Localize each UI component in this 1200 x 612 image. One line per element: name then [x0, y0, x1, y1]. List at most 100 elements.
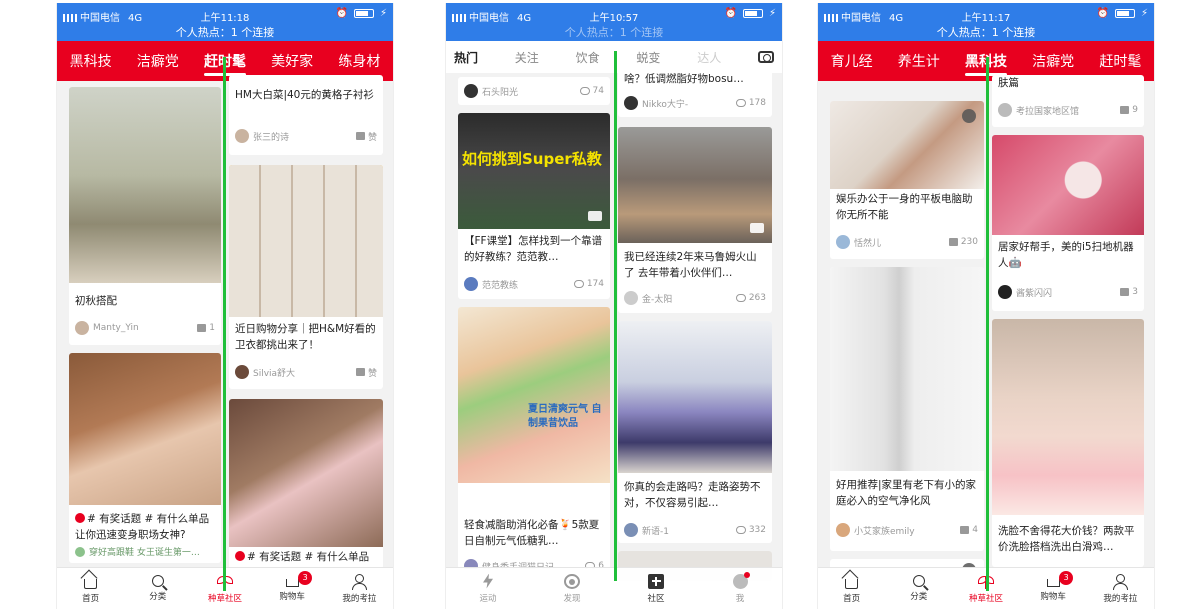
feed-card[interactable]: 初秋搭配 Manty_Yin 1: [69, 87, 221, 345]
author-name: 金-太阳: [642, 294, 673, 305]
feed-card[interactable]: # 有奖话题 # 有什么单品让你迅速变身职场女神? 穿好高跟鞋 女王诞生第一…: [69, 353, 221, 563]
nav-community[interactable]: 社区: [626, 573, 686, 604]
author-name: Nikko大宁-: [642, 99, 689, 110]
phone-screen-kaola-tech: 中国电信4G 上午11:17 ⏰⚡ 个人热点：1 个连接 育儿经 养生计 黑科技…: [817, 3, 1155, 609]
search-icon: [912, 575, 925, 587]
feed-card[interactable]: 洗脸不舍得花大价钱？两款平价洗脸搭档洗出白滑鸡…: [992, 319, 1144, 567]
hotspot-banner[interactable]: 个人热点：1 个连接: [57, 24, 393, 40]
nav-discover[interactable]: 发现: [542, 573, 602, 604]
feed-card[interactable]: 夏日清爽元气 自制果昔饮品 轻食减脂助消化必备🍹5款夏日自制元气低糖乳… 健身委…: [458, 307, 610, 569]
nav-my-kaola[interactable]: 我的考拉: [1090, 573, 1150, 604]
like-icon: [948, 238, 958, 246]
feed-card[interactable]: 啥？低调燃脂好物bosu… Nikko大宁- 178: [618, 69, 772, 117]
hoodie-collage-photo: [229, 165, 383, 317]
avatar: [836, 523, 850, 537]
cart-icon: [285, 579, 299, 587]
comment-icon: [579, 87, 590, 95]
card-caption: 啥？低调燃脂好物bosu…: [624, 73, 744, 85]
notification-dot: [744, 571, 750, 578]
face-wash-photo: [992, 319, 1144, 515]
nav-my-kaola[interactable]: 我的考拉: [329, 573, 389, 604]
alarm-icon: ⏰: [1096, 8, 1109, 19]
comment-count: 332: [748, 525, 766, 535]
tab-jie-pi-dang[interactable]: 洁癖党: [1032, 51, 1074, 71]
nav-category[interactable]: 分类: [889, 575, 949, 602]
outfit-photo: [69, 87, 221, 283]
discover-icon: [564, 573, 580, 589]
card-caption: 我已经连续2年来马鲁姆火山了 去年带着小伙伴们…: [624, 251, 757, 279]
comment-count: 74: [592, 86, 604, 96]
avatar: [624, 96, 638, 110]
card-caption: 肤篇: [998, 77, 1019, 89]
smoothie-photo: [458, 307, 610, 483]
column-divider-guide: [986, 57, 989, 591]
feed-card[interactable]: 娱乐办公于一身的平板电脑助你无所不能 恬然儿 230: [830, 101, 984, 259]
nav-cart[interactable]: 购物车 3: [262, 571, 322, 602]
photo-overlay-text: 夏日清爽元气 自制果昔饮品: [528, 404, 602, 429]
like-icon: [197, 324, 207, 332]
air-purifier-photo: [830, 267, 984, 471]
tab-yang-sheng-ji[interactable]: 养生计: [898, 51, 940, 71]
feed-card[interactable]: 近日购物分享｜把H&M好看的卫衣都挑出来了！ Silvia舒大 赞: [229, 165, 383, 389]
avatar: [75, 321, 89, 335]
note-icon: [962, 109, 976, 123]
feed-card[interactable]: 石头阳光 74: [458, 77, 610, 105]
hotspot-banner[interactable]: 个人热点：1 个连接: [818, 24, 1154, 40]
like-count: 9: [1132, 105, 1138, 115]
avatar: [464, 277, 478, 291]
tab-jie-pi-dang[interactable]: 洁癖党: [137, 51, 179, 71]
feed-card[interactable]: 肤篇 考拉国家地区馆 9: [992, 75, 1144, 127]
nav-home[interactable]: 首页: [822, 574, 882, 604]
feed-card[interactable]: # 有奖话题 # 有什么单品: [229, 399, 383, 569]
card-caption: 轻食减脂助消化必备🍹5款夏日自制元气低糖乳…: [464, 519, 600, 547]
feed-card[interactable]: HM大白菜|40元的黄格子衬衫 张三的诗 赞: [229, 75, 383, 155]
video-icon: [588, 211, 602, 221]
nav-workout[interactable]: 运动: [458, 573, 518, 604]
tab-lian-shen-cai[interactable]: 练身材: [338, 51, 380, 71]
feed-card[interactable]: 如何挑到Super私教 几个技能get✅ 【FF课堂】怎样找到一个靠谱的好教练？…: [458, 113, 610, 299]
comment-count: 263: [748, 293, 766, 303]
nav-me[interactable]: 我: [710, 571, 770, 604]
tab-following[interactable]: 关注: [515, 49, 539, 66]
charging-icon: ⚡: [379, 8, 387, 19]
card-caption: 居家好帮手，美的i5扫地机器人🤖: [998, 241, 1134, 269]
comparison-canvas: 中国电信4G 上午11:18 ⏰⚡ 个人热点：1 个连接 黑科技 洁癖党 赶时髦…: [0, 0, 1200, 612]
like-icon: [1120, 106, 1130, 114]
video-icon: [588, 487, 602, 497]
comment-count: 178: [748, 98, 766, 108]
tab-mei-hao-jia[interactable]: 美好家: [271, 51, 313, 71]
feed-card[interactable]: 你真的会走路吗？走路姿势不对，不仅容易引起… 新语-1 332: [618, 321, 772, 543]
comment-icon: [573, 280, 584, 288]
bolt-icon: [483, 573, 493, 589]
card-caption: # 有奖话题 # 有什么单品让你迅速变身职场女神?: [75, 513, 210, 541]
feed-card[interactable]: 好用推荐|家里有老下有小的家庭必入的空气净化风 小艾家族emily 4: [830, 267, 984, 551]
tab-hei-ke-ji[interactable]: 黑科技: [70, 51, 112, 71]
status-bar: 中国电信 4G 上午10:57 ⏰ ⚡ 个人热点：1 个连接: [446, 3, 782, 41]
feed-card[interactable]: 居家好帮手，美的i5扫地机器人🤖 酱紫闪闪 3: [992, 135, 1144, 311]
alarm-icon: ⏰: [724, 8, 737, 19]
card-caption: 洗脸不舍得花大价钱？两款平价洗脸搭档洗出白滑鸡…: [998, 525, 1135, 553]
tab-gan-shi-mao[interactable]: 赶时髦: [1099, 51, 1141, 71]
nav-category[interactable]: 分类: [128, 575, 188, 602]
tablet-photo: [830, 101, 984, 189]
avatar: [624, 291, 638, 305]
card-caption: 【FF课堂】怎样找到一个靠谱的好教练？范范教…: [464, 235, 603, 263]
avatar: [464, 84, 478, 98]
nav-cart[interactable]: 购物车 3: [1023, 571, 1083, 602]
avatar: [235, 365, 249, 379]
tab-diet[interactable]: 饮食: [576, 49, 600, 66]
camera-icon[interactable]: [757, 51, 774, 63]
like-count: 赞: [367, 132, 377, 143]
comment-icon: [735, 526, 746, 534]
feed-card[interactable]: 我已经连续2年来马鲁姆火山了 去年带着小伙伴们… 金-太阳 263: [618, 127, 772, 313]
tab-experts[interactable]: 达人: [697, 49, 721, 66]
status-bar: 中国电信 4G 上午11:17 ⏰ ⚡ 个人热点：1 个连接: [818, 3, 1154, 41]
tab-transformation[interactable]: 蜕变: [636, 49, 660, 66]
comment-icon: [735, 99, 746, 107]
author-name: 考拉国家地区馆: [1016, 106, 1080, 117]
nav-home[interactable]: 首页: [61, 574, 121, 604]
tab-popular[interactable]: 热门: [454, 49, 478, 66]
avatar: [624, 523, 638, 537]
hotspot-banner[interactable]: 个人热点：1 个连接: [446, 24, 782, 40]
tab-yu-er-jing[interactable]: 育儿经: [831, 51, 873, 71]
